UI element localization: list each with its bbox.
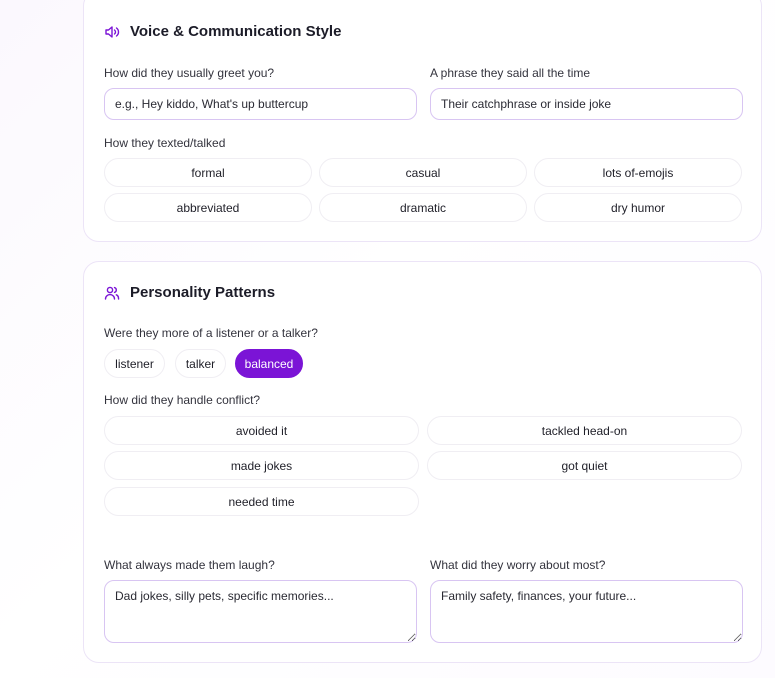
texting-option-casual[interactable]: casual (319, 158, 527, 187)
texting-option-formal[interactable]: formal (104, 158, 312, 187)
conflict-option-tackled-head-on[interactable]: tackled head-on (427, 416, 742, 445)
laugh-textarea[interactable] (104, 580, 417, 643)
greet-label: How did they usually greet you? (104, 66, 275, 80)
voice-communication-card: Voice & Communication Style How did they… (83, 0, 762, 242)
listener-option-listener[interactable]: listener (104, 349, 165, 378)
phrase-input[interactable] (430, 88, 743, 120)
conflict-option-needed-time[interactable]: needed time (104, 487, 419, 516)
texting-label: How they texted/talked (104, 136, 226, 150)
voice-section-header: Voice & Communication Style (104, 23, 341, 40)
texting-option-lots-of-emojis[interactable]: lots of-emojis (534, 158, 742, 187)
texting-option-dramatic[interactable]: dramatic (319, 193, 527, 222)
conflict-option-made-jokes[interactable]: made jokes (104, 451, 419, 480)
worry-label: What did they worry about most? (430, 558, 606, 572)
phrase-label: A phrase they said all the time (430, 66, 591, 80)
speaker-icon (104, 24, 120, 40)
voice-section-title: Voice & Communication Style (130, 23, 342, 40)
laugh-label: What always made them laugh? (104, 558, 275, 572)
personality-patterns-card: Personality Patterns Were they more of a… (83, 261, 762, 663)
greet-input[interactable] (104, 88, 417, 120)
conflict-option-avoided-it[interactable]: avoided it (104, 416, 419, 445)
worry-textarea[interactable] (430, 580, 743, 643)
texting-option-dry-humor[interactable]: dry humor (534, 193, 742, 222)
listener-label: Were they more of a listener or a talker… (104, 326, 318, 340)
personality-section-header: Personality Patterns (104, 284, 275, 301)
personality-section-title: Personality Patterns (130, 284, 276, 301)
listener-option-talker[interactable]: talker (175, 349, 226, 378)
users-icon (104, 285, 120, 301)
conflict-option-got-quiet[interactable]: got quiet (427, 451, 742, 480)
listener-option-balanced[interactable]: balanced (235, 349, 303, 378)
texting-option-abbreviated[interactable]: abbreviated (104, 193, 312, 222)
conflict-label: How did they handle conflict? (104, 393, 261, 407)
